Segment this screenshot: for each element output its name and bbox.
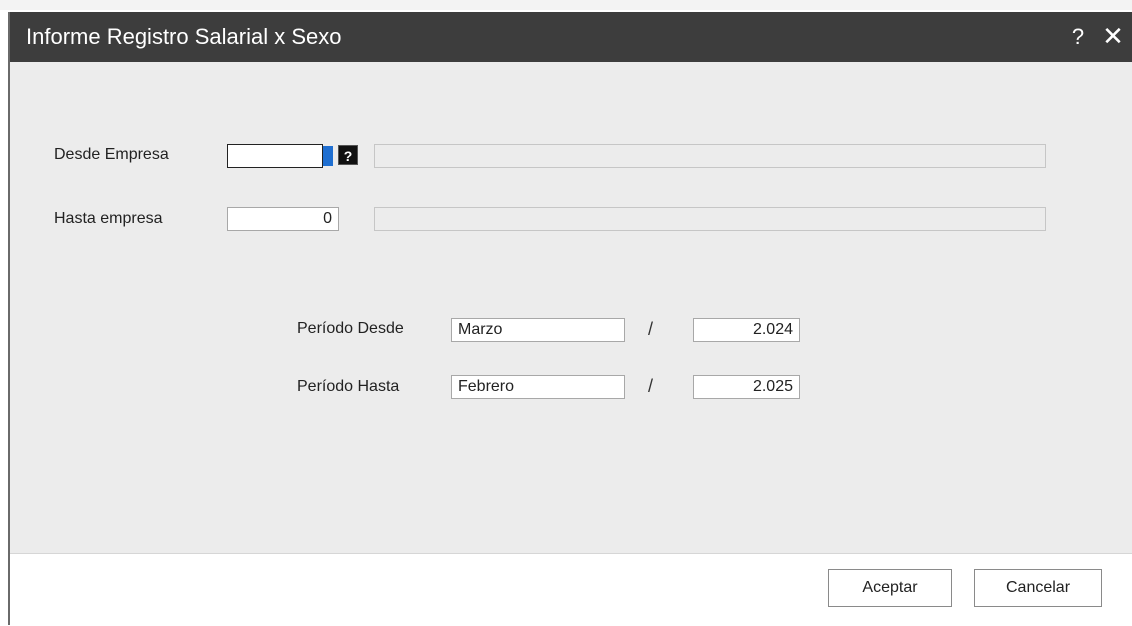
periodo-hasta-month-field[interactable]: Febrero [451,375,625,399]
periodo-hasta-label: Período Hasta [297,378,400,395]
dialog-title: Informe Registro Salarial x Sexo [26,24,342,49]
accept-button[interactable]: Aceptar [828,569,952,607]
text-cursor [323,146,333,166]
periodo-desde-label: Período Desde [297,320,404,337]
periodo-desde-year-field[interactable]: 2.024 [693,318,800,342]
desde-empresa-name-field [374,144,1046,168]
dialog-body: Desde Empresa ? Hasta empresa 0 Período … [10,62,1132,553]
dialog-titlebar: Informe Registro Salarial x Sexo ? ✕ [10,12,1132,62]
periodo-hasta-year-field[interactable]: 2.025 [693,375,800,399]
report-dialog: Informe Registro Salarial x Sexo ? ✕ Des… [8,12,1132,626]
desde-empresa-label: Desde Empresa [54,146,169,163]
cancel-button[interactable]: Cancelar [974,569,1102,607]
help-icon[interactable]: ? [1067,24,1089,50]
window-top-strip [0,0,1132,10]
desde-empresa-input[interactable] [227,144,323,168]
hasta-empresa-input[interactable]: 0 [227,207,339,231]
dialog-footer: Aceptar Cancelar [10,553,1132,626]
hasta-empresa-name-field [374,207,1046,231]
lookup-icon[interactable]: ? [338,145,358,165]
close-icon[interactable]: ✕ [1100,22,1126,50]
period-separator: / [648,319,654,339]
periodo-desde-month-field[interactable]: Marzo [451,318,625,342]
hasta-empresa-label: Hasta empresa [54,210,163,227]
period-separator: / [648,376,654,396]
